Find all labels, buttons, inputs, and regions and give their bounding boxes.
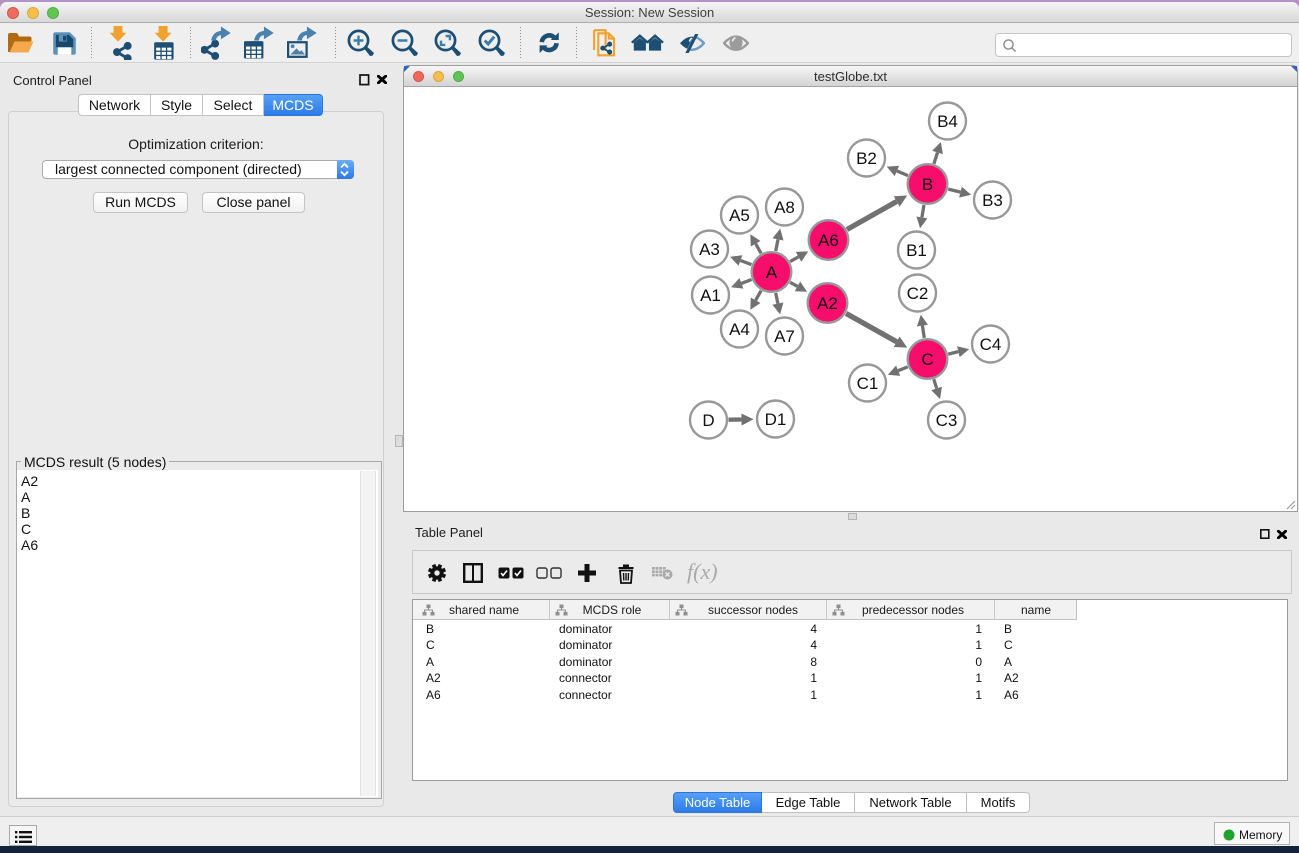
svg-text:A1: A1 — [700, 286, 721, 305]
svg-text:C: C — [921, 350, 933, 369]
svg-text:A2: A2 — [817, 294, 838, 313]
svg-text:A3: A3 — [699, 240, 720, 259]
svg-text:C2: C2 — [907, 284, 929, 303]
svg-text:A: A — [766, 263, 778, 282]
svg-text:B1: B1 — [906, 241, 927, 260]
svg-text:A6: A6 — [818, 231, 839, 250]
svg-text:D: D — [702, 411, 714, 430]
svg-text:B3: B3 — [982, 191, 1003, 210]
svg-text:B: B — [922, 175, 933, 194]
svg-text:A7: A7 — [774, 327, 795, 346]
svg-text:A5: A5 — [729, 206, 750, 225]
svg-text:A8: A8 — [774, 198, 795, 217]
svg-text:C1: C1 — [857, 374, 879, 393]
svg-text:A4: A4 — [729, 320, 750, 339]
svg-text:C4: C4 — [980, 335, 1002, 354]
svg-text:B4: B4 — [937, 112, 958, 131]
svg-text:D1: D1 — [765, 410, 787, 429]
svg-text:C3: C3 — [936, 411, 958, 430]
svg-text:B2: B2 — [856, 149, 877, 168]
